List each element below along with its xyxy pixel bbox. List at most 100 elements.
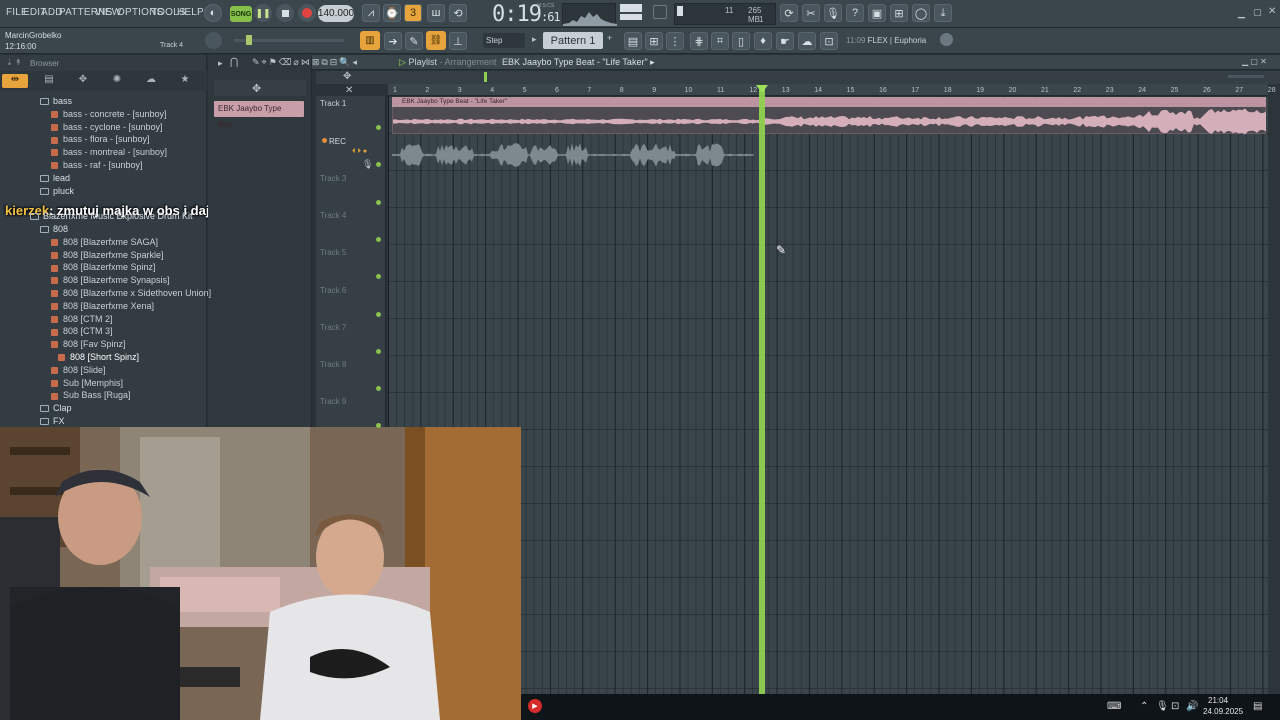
browser-files-tab[interactable]: ▤ xyxy=(36,74,62,88)
minimize-icon[interactable]: ▁ xyxy=(1238,8,1245,19)
stop-button[interactable] xyxy=(276,4,294,22)
piano-roll-icon[interactable]: ▤ xyxy=(624,32,642,50)
browser-file[interactable]: Sub Bass [Ruga] xyxy=(51,390,131,400)
mixer-view-icon[interactable]: ⋕ xyxy=(690,32,708,50)
pattern-clip-source[interactable]: EBK Jaaybo Type Bea... xyxy=(214,101,304,129)
pattern-song-toggle-icon[interactable]: ◐ xyxy=(204,4,222,22)
close-icon[interactable]: ✕ xyxy=(1268,6,1276,17)
metronome-icon[interactable]: ⩘ xyxy=(362,4,380,22)
loop-record-icon[interactable]: ⟲ xyxy=(449,4,467,22)
picker-move-icon[interactable]: ✥ xyxy=(252,82,261,95)
link-icon[interactable]: ⛓ xyxy=(426,31,446,50)
track-mute-led[interactable] xyxy=(376,236,381,242)
track-name[interactable]: Track 6 xyxy=(320,286,346,295)
help-icon[interactable]: ? xyxy=(846,4,864,22)
pattern-prev-icon[interactable]: ▸ xyxy=(532,34,537,45)
pencil-icon[interactable]: ✎ xyxy=(405,32,423,50)
master-volume-knob[interactable] xyxy=(653,5,667,19)
song-mode-button[interactable]: SONG xyxy=(230,6,252,22)
track-name[interactable]: Track 4 xyxy=(320,211,346,220)
cloud-icon[interactable]: ☁ xyxy=(798,32,816,50)
tray-chevron-icon[interactable]: ⌃ xyxy=(1140,701,1148,712)
track-name[interactable]: Track 5 xyxy=(320,248,346,257)
playlist-close-icon[interactable]: ✕ xyxy=(345,85,353,96)
plugin-icon[interactable]: ♦ xyxy=(754,32,772,50)
shop-icon[interactable]: ⊡ xyxy=(820,32,838,50)
browser-file[interactable]: bass - raf - [sunboy] xyxy=(51,160,143,170)
track-name[interactable]: Track 1 xyxy=(320,99,346,108)
stamp-icon[interactable]: ⊥ xyxy=(449,32,467,50)
browser-all-tab[interactable]: ⇹ xyxy=(2,74,28,88)
track-mute-led[interactable] xyxy=(376,348,381,354)
add-pattern-icon[interactable]: + xyxy=(607,33,612,43)
track-audio-icons[interactable]: ⏴ ⏵ ● xyxy=(352,148,367,156)
browser-plugins-tab[interactable]: ✥ xyxy=(70,74,96,88)
playlist-scrollbar[interactable] xyxy=(1268,84,1280,694)
tools-icon[interactable]: ✂ xyxy=(802,4,820,22)
playlist-move-icon[interactable]: ✥ xyxy=(343,71,351,82)
browser-favorites-tab[interactable]: ★ xyxy=(172,74,198,88)
wait-input-icon[interactable]: ⌚ xyxy=(383,4,401,22)
playhead[interactable] xyxy=(759,88,766,694)
pattern-selector[interactable]: Pattern 1 xyxy=(543,32,603,49)
chat-icon[interactable]: ◯ xyxy=(912,4,930,22)
track-mute-led[interactable] xyxy=(376,125,381,130)
browser-cloud-tab[interactable]: ☁ xyxy=(138,74,164,88)
browser-folder[interactable]: pluck xyxy=(40,186,74,196)
step-sequencer-icon[interactable]: ⋮ xyxy=(666,32,684,50)
browser-file[interactable]: bass - concrete - [sunboy] xyxy=(51,109,167,119)
notifications-icon[interactable]: ▤ xyxy=(1253,701,1262,712)
browser-file[interactable]: 808 [Short Spinz] xyxy=(58,352,139,362)
browser-file[interactable]: 808 [Fav Spinz] xyxy=(51,339,126,349)
browser-file[interactable]: 808 [Blazerfxme Xena] xyxy=(51,301,154,311)
patcher-icon[interactable]: ⌗ xyxy=(711,32,729,50)
slider-handle[interactable] xyxy=(246,35,252,45)
zoom-scrollbar[interactable] xyxy=(1228,75,1264,78)
browser-file[interactable]: Sub [Memphis] xyxy=(51,378,123,388)
plugin-news-icon[interactable] xyxy=(940,33,953,46)
audio-clip-recording[interactable] xyxy=(392,138,756,172)
playlist-play-icon[interactable]: ▷ xyxy=(399,57,406,67)
menu-help[interactable]: HELP xyxy=(177,7,204,18)
time-marker[interactable] xyxy=(484,72,487,82)
main-pitch-knob[interactable] xyxy=(205,32,222,49)
track-mute-led[interactable] xyxy=(376,311,381,317)
browser-folder[interactable]: lead xyxy=(40,173,70,183)
browser-file[interactable]: 808 [Slide] xyxy=(51,365,106,375)
playlist-tools-icon[interactable]: ✎⌖⚑⌫⌀⋈⊠⧉⊟🔍◂ xyxy=(252,57,359,68)
browser-arrows-icon[interactable]: ⇣ ↟ xyxy=(6,58,22,67)
youtube-icon[interactable]: ▶ xyxy=(528,699,542,713)
download-icon[interactable]: ⤓ xyxy=(934,4,952,22)
record-button[interactable] xyxy=(298,4,316,22)
keyboard-icon[interactable]: ⌨ xyxy=(1107,701,1121,712)
playlist-snap-icon[interactable]: ▥ xyxy=(360,31,380,50)
browser-file[interactable]: bass - flora - [sunboy] xyxy=(51,134,150,144)
browser-folder[interactable]: Clap xyxy=(40,403,72,413)
clipboard-icon[interactable]: ▯ xyxy=(732,32,750,50)
network-icon[interactable]: ⊡ xyxy=(1171,701,1179,712)
volume-icon[interactable]: 🔊 xyxy=(1186,701,1198,712)
browser-samples-tab[interactable]: ✺ xyxy=(104,74,130,88)
save-icon[interactable]: ▣ xyxy=(868,4,886,22)
clock-time[interactable]: 21:04 xyxy=(1208,696,1228,705)
track-mic-icon[interactable]: 🎙 xyxy=(362,159,373,170)
browser-file[interactable]: 808 [CTM 3] xyxy=(51,326,113,336)
channel-rack-icon[interactable]: ⊞ xyxy=(645,32,663,50)
track-name[interactable]: Track 7 xyxy=(320,323,346,332)
snap-selector[interactable]: Step xyxy=(483,33,525,48)
track-name[interactable]: Track 9 xyxy=(320,397,346,406)
track-mute-led[interactable] xyxy=(376,199,381,205)
mixer-icon[interactable]: ⊞ xyxy=(890,4,908,22)
browser-file[interactable]: 808 [Blazerfxme Synapsis] xyxy=(51,275,170,285)
step-edit-icon[interactable]: ш xyxy=(427,4,445,22)
browser-file[interactable]: bass - montreal - [sunboy] xyxy=(51,147,167,157)
track-name[interactable]: Track 3 xyxy=(320,174,346,183)
browser-file[interactable]: 808 [CTM 2] xyxy=(51,314,113,324)
master-volume-slider[interactable] xyxy=(234,35,344,45)
tempo-display[interactable]: 140.000 xyxy=(318,5,354,22)
arrow-right-icon[interactable]: ➔ xyxy=(384,32,402,50)
tray-mic-icon[interactable]: 🎙 xyxy=(1156,701,1169,712)
maximize-icon[interactable]: ▢ xyxy=(1253,7,1262,18)
countdown-icon[interactable]: 3 xyxy=(404,4,422,22)
browser-file[interactable]: 808 [Blazerfxme x Sidethoven Union] xyxy=(51,288,211,298)
